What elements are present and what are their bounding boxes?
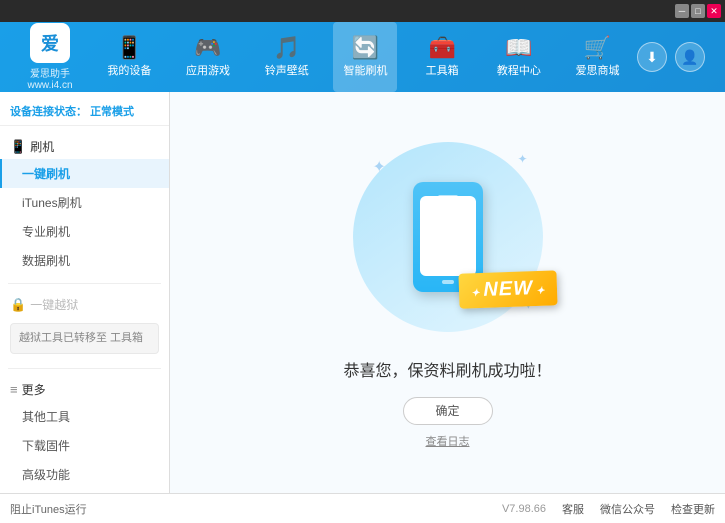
star-decoration-tr: ✦ [517, 152, 527, 166]
lock-icon: 🔒 [10, 297, 26, 313]
ringtone-label: 铃声壁纸 [265, 62, 309, 78]
phone-screen [420, 196, 476, 276]
sidebar-item-itunes-flash[interactable]: iTunes刷机 [0, 188, 169, 217]
sidebar-item-other-tools[interactable]: 其他工具 [0, 402, 169, 431]
app-games-icon: 🎮 [194, 37, 221, 59]
footer: 阻止iTunes运行 V7.98.66 客服 微信公众号 检查更新 [0, 493, 725, 523]
nav-toolbox[interactable]: 🧰 工具箱 [412, 22, 472, 92]
more-section-icon: ≡ [10, 382, 18, 397]
toolbox-icon: 🧰 [428, 37, 455, 59]
new-badge: NEW [458, 270, 558, 308]
note-text: 越狱工具已转移至 工具箱 [19, 332, 143, 344]
wechat-link[interactable]: 微信公众号 [600, 501, 655, 517]
nav-app-games[interactable]: 🎮 应用游戏 [176, 22, 240, 92]
phone-button [442, 280, 454, 284]
customer-service-link[interactable]: 客服 [562, 501, 584, 517]
logo-icon: 爱 [30, 23, 70, 63]
main-layout: 设备连接状态： 正常模式 📱 刷机 一键刷机 iTunes刷机 专业刷机 数据刷… [0, 92, 725, 493]
footer-right: V7.98.66 客服 微信公众号 检查更新 [502, 501, 715, 517]
ringtone-icon: 🎵 [273, 37, 300, 59]
tutorial-label: 教程中心 [497, 62, 541, 78]
success-visual: NEW ✦ ✦ ✦ [348, 137, 548, 337]
titlebar: ─ □ ✕ [0, 0, 725, 22]
smart-flash-label: 智能刷机 [343, 62, 387, 78]
itunes-bar-label: 阻止iTunes运行 [10, 501, 87, 517]
user-button[interactable]: 👤 [675, 42, 705, 72]
jailbreak-note: 越狱工具已转移至 工具箱 [10, 323, 159, 354]
sidebar-item-advanced[interactable]: 高级功能 [0, 460, 169, 489]
success-message: 恭喜您，保资料刷机成功啦！ [343, 357, 551, 381]
sidebar-item-download-firmware[interactable]: 下载固件 [0, 431, 169, 460]
sidebar-item-save-flash[interactable]: 数据刷机 [0, 246, 169, 275]
check-update-link[interactable]: 检查更新 [671, 501, 715, 517]
my-device-icon: 📱 [116, 37, 143, 59]
close-button[interactable]: ✕ [707, 4, 721, 18]
divider-1 [8, 283, 161, 284]
app-games-label: 应用游戏 [186, 62, 230, 78]
logo-name: 爱思助手 [30, 65, 70, 80]
footer-left: 阻止iTunes运行 [10, 501, 502, 517]
jailbreak-section: 🔒 一键越狱 越狱工具已转移至 工具箱 [0, 288, 169, 364]
header-actions: ⬇ 👤 [637, 42, 715, 72]
content-area: NEW ✦ ✦ ✦ 恭喜您，保资料刷机成功啦！ 确定 查看日志 [170, 92, 725, 493]
logo[interactable]: 爱 爱思助手 www.i4.cn [10, 23, 90, 91]
header: 爱 爱思助手 www.i4.cn 📱 我的设备 🎮 应用游戏 🎵 铃声壁纸 🔄 … [0, 22, 725, 92]
nav-smart-flash[interactable]: 🔄 智能刷机 [333, 22, 397, 92]
sidebar-item-pro-flash[interactable]: 专业刷机 [0, 217, 169, 246]
version-label: V7.98.66 [502, 503, 546, 515]
maximize-button[interactable]: □ [691, 4, 705, 18]
flash-section-header: 📱 刷机 [0, 134, 169, 159]
shop-icon: 🛒 [584, 37, 611, 59]
jailbreak-section-header: 🔒 一键越狱 [0, 292, 169, 317]
toolbox-label: 工具箱 [426, 62, 459, 78]
main-nav: 📱 我的设备 🎮 应用游戏 🎵 铃声壁纸 🔄 智能刷机 🧰 工具箱 📖 教程中心… [90, 22, 637, 92]
star-decoration-tl: ✦ [373, 157, 386, 177]
flash-section-label: 刷机 [30, 138, 54, 155]
more-section-header: ≡ 更多 [0, 377, 169, 402]
nav-tutorial[interactable]: 📖 教程中心 [487, 22, 551, 92]
more-section: ≡ 更多 其他工具 下载固件 高级功能 [0, 373, 169, 493]
nav-shop[interactable]: 🛒 爱思商城 [566, 22, 630, 92]
smart-flash-icon: 🔄 [352, 37, 379, 59]
confirm-button[interactable]: 确定 [403, 397, 493, 425]
nav-ringtone[interactable]: 🎵 铃声壁纸 [255, 22, 319, 92]
flash-section: 📱 刷机 一键刷机 iTunes刷机 专业刷机 数据刷机 [0, 130, 169, 279]
view-log-link[interactable]: 查看日志 [426, 433, 470, 449]
more-section-label: 更多 [22, 381, 46, 398]
my-device-label: 我的设备 [107, 62, 151, 78]
status-value: 正常模式 [90, 106, 134, 118]
sidebar-item-one-click-flash[interactable]: 一键刷机 [0, 159, 169, 188]
connection-status: 设备连接状态： 正常模式 [0, 97, 169, 126]
download-button[interactable]: ⬇ [637, 42, 667, 72]
divider-2 [8, 368, 161, 369]
status-label: 设备连接状态： [10, 106, 87, 118]
nav-my-device[interactable]: 📱 我的设备 [97, 22, 161, 92]
flash-section-icon: 📱 [10, 139, 26, 155]
sidebar: 设备连接状态： 正常模式 📱 刷机 一键刷机 iTunes刷机 专业刷机 数据刷… [0, 92, 170, 493]
shop-label: 爱思商城 [576, 62, 620, 78]
jailbreak-section-label: 一键越狱 [30, 296, 78, 313]
minimize-button[interactable]: ─ [675, 4, 689, 18]
tutorial-icon: 📖 [505, 37, 532, 59]
logo-url: www.i4.cn [27, 80, 72, 91]
